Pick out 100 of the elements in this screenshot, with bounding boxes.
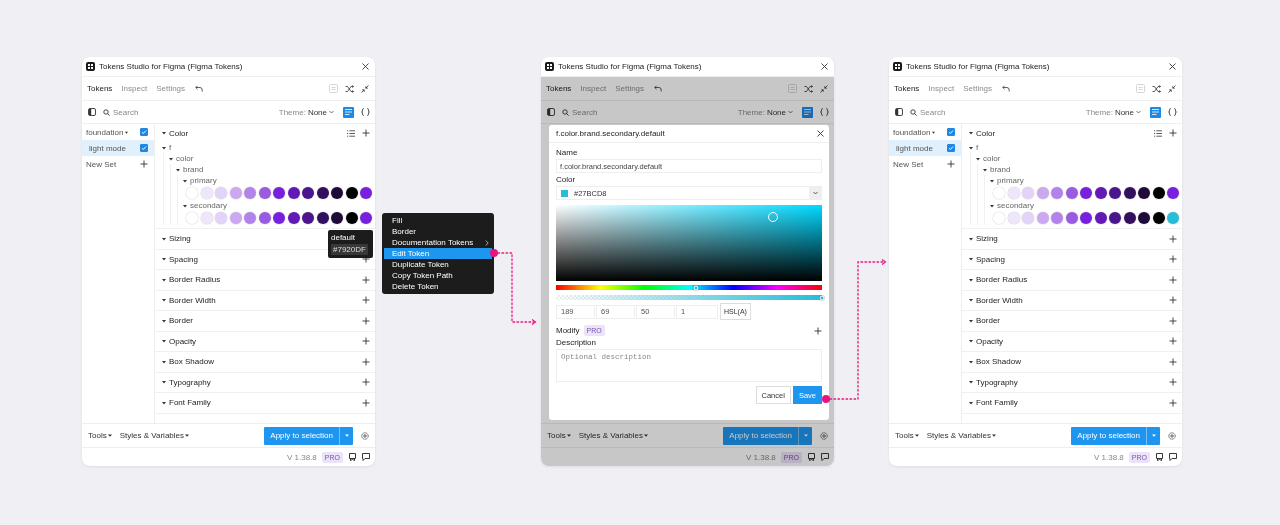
color-swatch[interactable] — [316, 187, 329, 199]
undo-icon[interactable] — [1002, 85, 1011, 92]
color-swatch[interactable] — [1167, 187, 1179, 199]
color-swatch[interactable] — [1022, 187, 1034, 199]
color-swatch[interactable] — [561, 189, 568, 197]
color-swatch[interactable] — [1109, 212, 1121, 224]
book-icon[interactable] — [1156, 453, 1163, 461]
theme-dropdown[interactable]: Theme: None — [275, 107, 337, 117]
hue-slider[interactable] — [556, 285, 822, 290]
collapse-icon[interactable] — [820, 84, 828, 93]
undo-icon[interactable] — [195, 85, 204, 92]
menu-button[interactable]: Styles & Variables — [923, 431, 999, 440]
close-icon[interactable] — [821, 63, 828, 70]
color-swatch[interactable] — [229, 187, 242, 199]
color-swatch[interactable] — [331, 212, 343, 224]
list-view-button[interactable] — [1150, 106, 1161, 118]
code-view-icon[interactable] — [1168, 108, 1177, 116]
color-swatch[interactable] — [273, 212, 285, 224]
sidebar-icon[interactable] — [895, 108, 903, 116]
tab[interactable]: Settings — [960, 83, 996, 94]
color-swatch[interactable] — [244, 187, 256, 199]
chat-icon[interactable] — [821, 453, 829, 461]
color-swatch[interactable] — [258, 212, 271, 224]
collapse-icon[interactable] — [1168, 84, 1176, 93]
tree-label[interactable]: color — [176, 154, 194, 163]
color-swatch[interactable] — [360, 187, 372, 199]
checkbox[interactable] — [947, 144, 955, 152]
color-swatch[interactable] — [345, 212, 358, 224]
group-title[interactable]: Box Shadow — [169, 357, 214, 367]
color-swatch[interactable] — [1007, 212, 1020, 224]
color-swatch[interactable] — [1109, 187, 1121, 199]
slider-handle[interactable] — [819, 295, 825, 300]
group-title[interactable]: Color — [169, 128, 189, 138]
tab[interactable]: Inspect — [118, 83, 151, 94]
group-title[interactable]: Color — [976, 128, 996, 138]
tree-label[interactable]: f — [976, 143, 979, 152]
tree-label[interactable]: color — [983, 154, 1001, 163]
color-swatch[interactable] — [1094, 187, 1107, 199]
color-swatch[interactable] — [1123, 212, 1136, 224]
shuffle-icon[interactable] — [1152, 84, 1161, 93]
theme-dropdown[interactable]: Theme: None — [734, 107, 796, 117]
menu-button[interactable]: Styles & Variables — [116, 431, 192, 440]
color-swatch[interactable] — [1065, 212, 1078, 224]
group-title[interactable]: Spacing — [976, 254, 1005, 264]
token-set[interactable]: foundation — [889, 124, 961, 140]
color-swatch[interactable] — [200, 212, 213, 224]
settings-icon[interactable] — [1168, 431, 1176, 440]
color-swatch[interactable] — [1007, 187, 1020, 199]
close-icon[interactable] — [1169, 63, 1176, 70]
group-title[interactable]: Box Shadow — [976, 357, 1021, 367]
color-swatch[interactable] — [215, 187, 227, 199]
undo-icon[interactable] — [654, 85, 663, 92]
tree-label[interactable]: primary — [997, 176, 1024, 185]
menu-item[interactable]: Delete Token — [384, 281, 492, 292]
chat-icon[interactable] — [1169, 453, 1177, 461]
plus-icon[interactable] — [362, 255, 370, 264]
color-swatch[interactable] — [1051, 212, 1063, 224]
saturation-picker[interactable] — [556, 205, 822, 281]
color-swatch[interactable] — [1065, 187, 1078, 199]
tree-label[interactable]: brand — [183, 165, 204, 174]
list-view-button[interactable] — [802, 106, 813, 118]
menu-item[interactable]: Copy Token Path — [384, 270, 492, 281]
theme-dropdown[interactable]: Theme: None — [1082, 107, 1144, 117]
tab[interactable]: Tokens — [891, 83, 923, 94]
checkbox[interactable] — [947, 128, 955, 136]
close-icon[interactable] — [362, 63, 369, 70]
tree-label[interactable]: secondary — [190, 201, 227, 210]
color-swatch[interactable] — [302, 212, 314, 224]
group-title[interactable]: Typography — [169, 377, 211, 387]
slider-handle[interactable] — [693, 285, 699, 290]
search-field[interactable]: Search — [920, 107, 980, 117]
color-swatch[interactable] — [1036, 187, 1049, 199]
dropdown-button[interactable] — [1146, 426, 1160, 445]
code-view-icon[interactable] — [361, 108, 370, 116]
menu-item[interactable]: Border — [384, 226, 492, 237]
checkbox[interactable] — [140, 128, 148, 136]
sidebar-icon[interactable] — [88, 108, 96, 116]
tab[interactable]: Inspect — [925, 83, 958, 94]
book-icon[interactable] — [808, 453, 815, 461]
color-swatch[interactable] — [273, 187, 285, 199]
menu-button[interactable]: Tools — [85, 431, 115, 440]
group-title[interactable]: Opacity — [169, 336, 197, 346]
collapse-icon[interactable] — [361, 84, 369, 93]
token-set[interactable]: light mode — [82, 140, 154, 156]
tree-label[interactable]: brand — [990, 165, 1011, 174]
color-swatch[interactable] — [345, 187, 358, 199]
tree-label[interactable]: primary — [190, 176, 217, 185]
token-set[interactable]: foundation — [82, 124, 154, 140]
color-swatch[interactable] — [200, 187, 213, 199]
book-icon[interactable] — [349, 453, 356, 461]
search-field[interactable]: Search — [113, 107, 173, 117]
color-swatch[interactable] — [1138, 187, 1150, 199]
settings-icon[interactable] — [820, 431, 828, 440]
color-swatch[interactable] — [1036, 212, 1049, 224]
group-title[interactable]: Border — [976, 316, 1000, 326]
color-swatch[interactable] — [229, 212, 242, 224]
group-title[interactable]: Border Radius — [976, 275, 1028, 285]
dropdown-button[interactable] — [798, 426, 812, 445]
color-swatch[interactable] — [1123, 187, 1136, 199]
menu-item[interactable]: Duplicate Token — [384, 259, 492, 270]
